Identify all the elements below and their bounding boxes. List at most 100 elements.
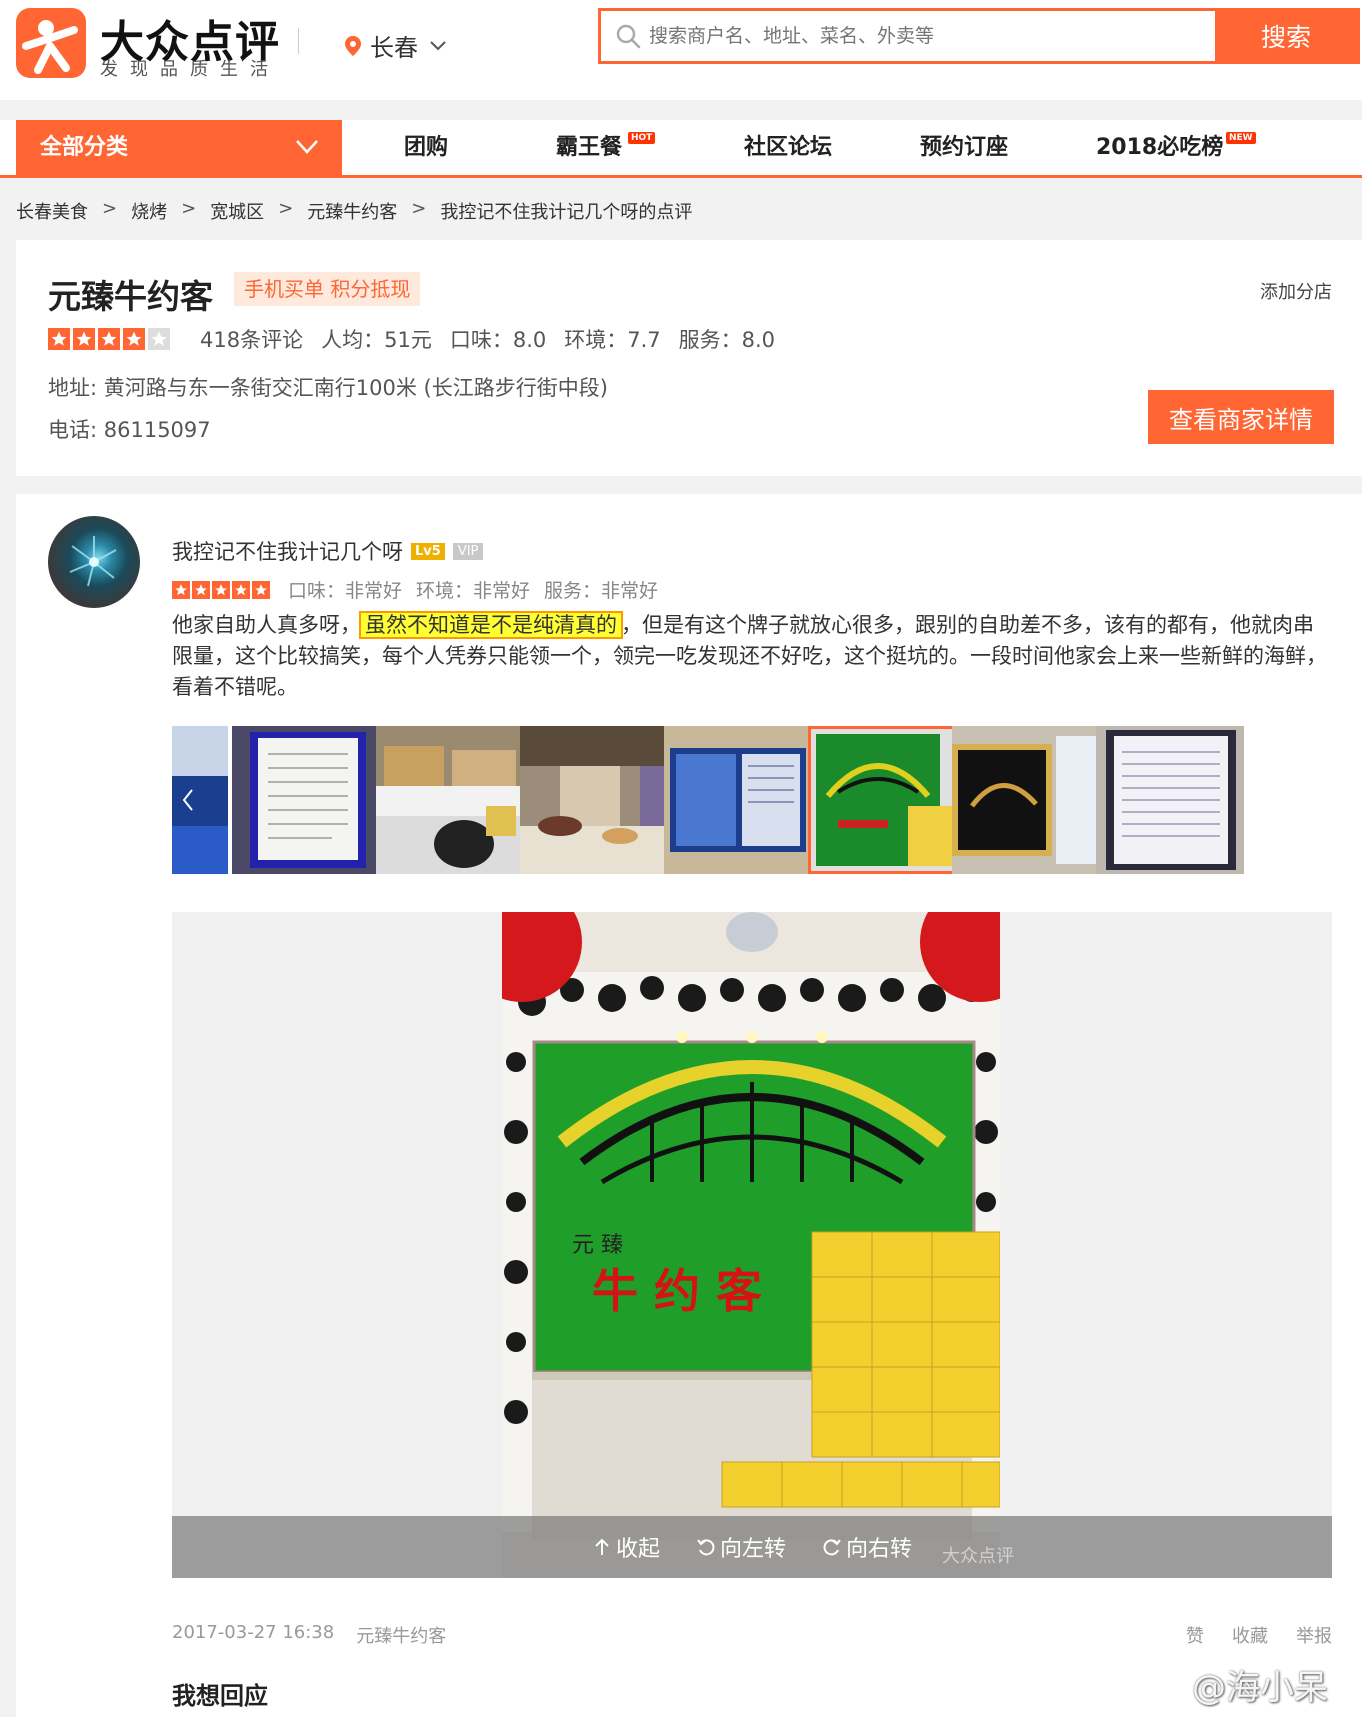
search-input[interactable] xyxy=(649,11,1209,61)
review-service: 服务：非常好 xyxy=(544,580,659,602)
star-empty-icon xyxy=(148,328,170,350)
photo-toolbar: 收起 向左转 向右转 xyxy=(172,1516,1332,1578)
shop-rating-stars xyxy=(48,328,170,350)
breadcrumb-city-food[interactable]: 长春美食 xyxy=(16,198,88,224)
review-count[interactable]: 418条评论 xyxy=(200,324,303,354)
review-card: 我控记不住我计记几个呀 Lv5 VIP 口味：非常好 环境：非常好 服务：非常好… xyxy=(16,494,1362,1717)
taste-score: 口味：8.0 xyxy=(449,328,547,352)
nav-label: 社区论坛 xyxy=(744,135,833,160)
shop-stats: 418条评论 人均：51元 口味：8.0 环境：7.7 服务：8.0 xyxy=(200,324,775,354)
reviewer-name[interactable]: 我控记不住我计记几个呀 xyxy=(172,536,403,566)
rotate-right-label: 向右转 xyxy=(846,1537,913,1562)
new-badge: NEW xyxy=(1226,132,1256,144)
arrow-up-icon xyxy=(595,1538,609,1555)
shop-promo-tag[interactable]: 手机买单 积分抵现 xyxy=(234,272,421,306)
photo-thumbnail[interactable] xyxy=(520,726,668,874)
like-button[interactable]: 赞 xyxy=(1186,1622,1204,1648)
star-icon xyxy=(252,580,270,599)
dianping-logo-icon[interactable] xyxy=(16,8,86,78)
nav-reservation[interactable]: 预约订座 xyxy=(920,120,1008,176)
nav-label: 2018必吃榜 xyxy=(1096,135,1224,160)
breadcrumb: 长春美食 > 烧烤 > 宽城区 > 元臻牛约客 > 我控记不住我计记几个呀的点评 xyxy=(16,198,692,224)
search-bar: 搜索 xyxy=(598,8,1360,64)
rotate-left-label: 向左转 xyxy=(719,1537,786,1562)
breadcrumb-current: 我控记不住我计记几个呀的点评 xyxy=(440,202,693,223)
user-avatar[interactable] xyxy=(48,516,140,608)
avg-price: 人均：51元 xyxy=(321,328,432,352)
rotate-left-icon xyxy=(697,1539,715,1556)
weibo-watermark: @海小呆 xyxy=(1148,1660,1328,1709)
nav-group-buy[interactable]: 团购 xyxy=(404,120,448,176)
review-meta: 2017-03-27 16:38 元臻牛约客 xyxy=(172,1622,446,1648)
photo-thumbnail-active[interactable] xyxy=(808,726,956,874)
shop-name[interactable]: 元臻牛约客 xyxy=(48,270,213,318)
shop-phone: 电话: 86115097 xyxy=(48,418,211,442)
photo-thumbnail[interactable] xyxy=(664,726,812,874)
photo-viewer: 元 臻 牛 约 客 收起 向左转 向右转 大众点评 xyxy=(172,912,1332,1578)
star-icon xyxy=(192,580,210,599)
photo-thumbnail[interactable] xyxy=(232,726,380,874)
search-button[interactable]: 搜索 xyxy=(1215,11,1357,61)
review-text: 他家自助人真多呀， 虽然不知道是不是纯清真的 ，但是有这个牌子就放心很多，跟别的自助… xyxy=(172,610,1332,703)
star-icon xyxy=(212,580,230,599)
review-taste: 口味：非常好 xyxy=(288,580,403,602)
review-actions: 赞 收藏 举报 xyxy=(1186,1622,1332,1648)
sign-small-text: 元 臻 xyxy=(572,1233,623,1258)
report-button[interactable]: 举报 xyxy=(1296,1622,1332,1648)
city-name: 长春 xyxy=(370,34,418,62)
view-shop-details-button[interactable]: 查看商家详情 xyxy=(1148,390,1334,444)
photo-thumbnail[interactable] xyxy=(1096,726,1244,874)
photo-thumbnail[interactable] xyxy=(376,726,524,874)
vip-badge: VIP xyxy=(452,542,484,560)
breadcrumb-separator: > xyxy=(278,198,294,219)
star-icon xyxy=(123,328,145,350)
review-shop-link[interactable]: 元臻牛约客 xyxy=(356,1622,446,1648)
shop-address: 地址: 黄河路与东一条街交汇南行100米 (长江路步行街中段) xyxy=(48,376,608,400)
photo-thumbnail[interactable] xyxy=(952,726,1100,874)
favorite-button[interactable]: 收藏 xyxy=(1232,1622,1268,1648)
nav-free-meal[interactable]: 霸王餐 HOT xyxy=(556,120,656,176)
logo-subtitle: 发现品质生活 xyxy=(100,59,280,80)
chevron-down-icon xyxy=(430,40,446,50)
main-nav: 全部分类 团购 霸王餐 HOT 社区论坛 预约订座 2018必吃榜 NEW xyxy=(0,120,1362,178)
sign-big-text: 牛 约 客 xyxy=(592,1264,762,1318)
review-rating-stars xyxy=(172,580,270,599)
reply-section-title: 我想回应 xyxy=(172,1682,268,1710)
hot-badge: HOT xyxy=(628,132,656,144)
nav-label: 团购 xyxy=(404,135,449,160)
review-text-start: 他家自助人真多呀， xyxy=(172,613,361,637)
star-icon xyxy=(172,580,190,599)
reviewer-info: 我控记不住我计记几个呀 Lv5 VIP xyxy=(172,536,484,566)
thumbnail-partial[interactable] xyxy=(172,726,228,874)
rotate-right-icon xyxy=(823,1539,841,1556)
breadcrumb-shop[interactable]: 元臻牛约客 xyxy=(307,198,397,224)
breadcrumb-district[interactable]: 宽城区 xyxy=(210,198,264,224)
watermark-text: @海小呆 xyxy=(1192,1668,1328,1708)
all-categories-menu[interactable]: 全部分类 xyxy=(16,120,342,176)
breadcrumb-separator: > xyxy=(411,198,427,219)
search-icon xyxy=(616,24,641,49)
review-environment: 环境：非常好 xyxy=(416,580,531,602)
nav-must-eat-list[interactable]: 2018必吃榜 NEW xyxy=(1096,120,1256,176)
chevron-down-icon xyxy=(296,140,318,154)
star-icon xyxy=(232,580,250,599)
star-icon xyxy=(98,328,120,350)
review-photo[interactable]: 元 臻 牛 约 客 xyxy=(502,912,1000,1578)
nav-label: 预约订座 xyxy=(920,135,1009,160)
rotate-left-button[interactable]: 向左转 xyxy=(696,1531,786,1563)
environment-score: 环境：7.7 xyxy=(564,328,661,352)
location-pin-icon xyxy=(345,35,361,56)
collapse-photo-button[interactable]: 收起 xyxy=(592,1531,660,1563)
shop-info-card: 元臻牛约客 手机买单 积分抵现 添加分店 418条评论 人均：51元 口味：8.… xyxy=(16,240,1362,476)
breadcrumb-category[interactable]: 烧烤 xyxy=(131,198,167,224)
city-selector[interactable]: 长春 xyxy=(344,28,446,63)
all-categories-label: 全部分类 xyxy=(40,135,129,160)
add-branch-link[interactable]: 添加分店 xyxy=(1260,278,1332,304)
nav-forum[interactable]: 社区论坛 xyxy=(744,120,832,176)
review-datetime: 2017-03-27 16:38 xyxy=(172,1622,335,1643)
rotate-right-button[interactable]: 向右转 xyxy=(822,1531,912,1563)
photo-thumbnail-strip xyxy=(172,726,1332,876)
breadcrumb-separator: > xyxy=(102,198,118,219)
photo-watermark: 大众点评 xyxy=(942,1546,1014,1567)
review-text-highlight: 虽然不知道是不是纯清真的 xyxy=(359,611,623,639)
